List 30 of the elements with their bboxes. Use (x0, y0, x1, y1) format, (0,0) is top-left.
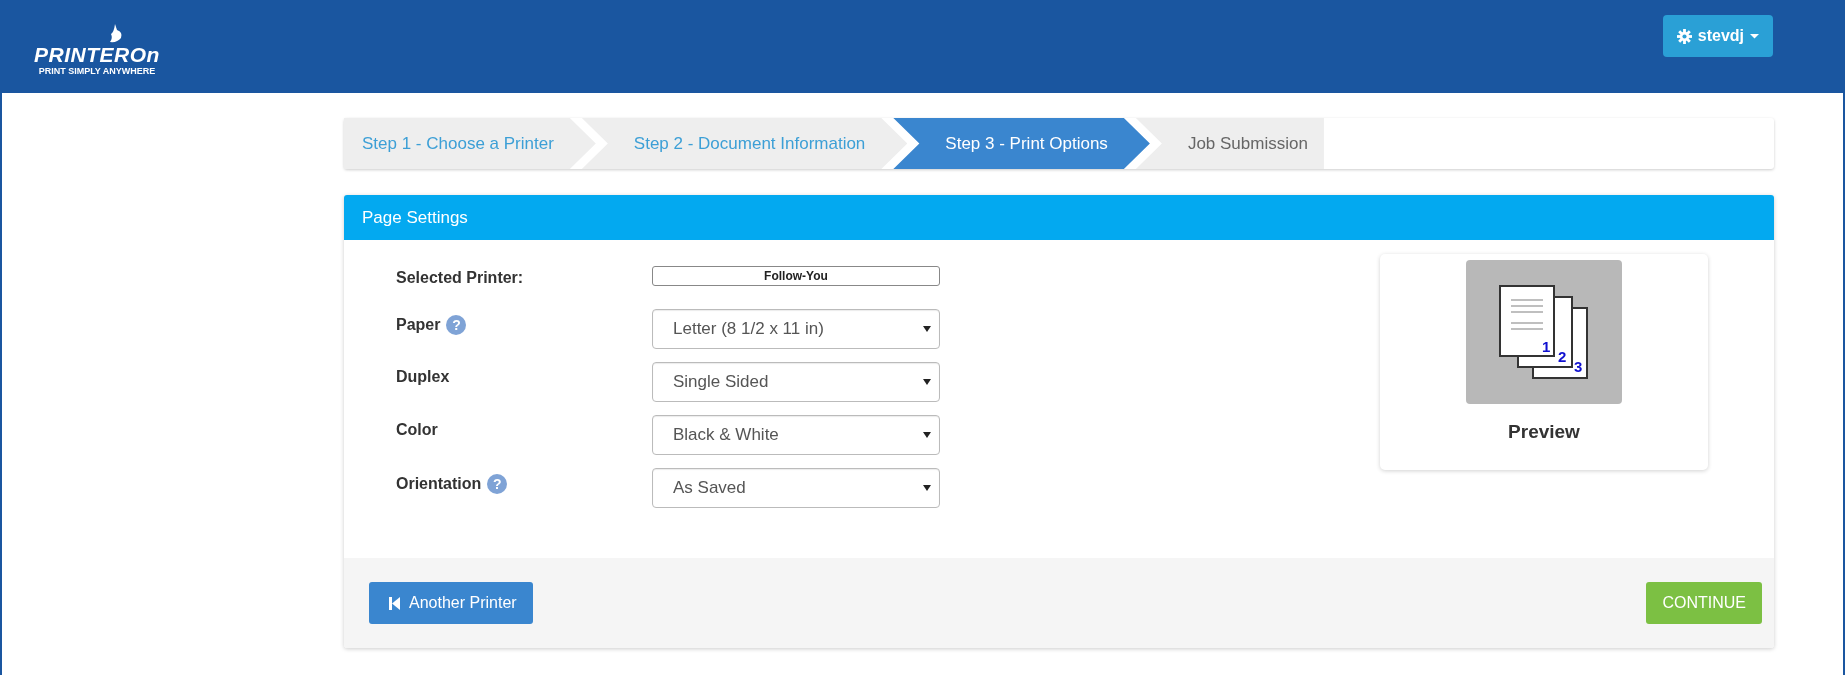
dropdown[interactable]: Letter (8 1/2 x 11 in) (652, 309, 940, 349)
logo-text: PRINTEROn (34, 44, 160, 66)
continue-button[interactable]: CONTINUE (1646, 582, 1762, 624)
step-tab[interactable]: Step 1 - Choose a Printer (344, 118, 596, 169)
field-label: Color (396, 421, 438, 439)
dropdown[interactable]: Black & White (652, 415, 940, 455)
gear-icon (1676, 28, 1692, 44)
caret-icon (923, 432, 931, 438)
step-tab[interactable]: Step 2 - Document Information (581, 118, 908, 169)
caret-icon (923, 326, 931, 332)
printer-name-field: Follow-You (652, 266, 940, 286)
dropdown[interactable]: As Saved (652, 468, 940, 508)
help-icon[interactable]: ? (446, 315, 467, 335)
field-label: Paper (396, 316, 441, 334)
caret-icon (923, 379, 931, 385)
another-printer-button[interactable]: Another Printer (369, 582, 533, 624)
step-tab[interactable]: Job Submission (1135, 118, 1324, 169)
user-menu-button[interactable]: stevdj (1662, 15, 1773, 57)
skip-back-icon (389, 596, 400, 610)
caret-icon (923, 485, 931, 491)
step-tab[interactable]: Step 3 - Print Options (893, 118, 1150, 169)
dropdown[interactable]: Single Sided (652, 362, 940, 402)
caret-icon (1750, 33, 1759, 39)
help-icon[interactable]: ? (487, 474, 508, 494)
logo-tagline: PRINT SIMPLY ANYWHERE (38, 66, 156, 76)
field-label: Orientation (396, 475, 482, 493)
panel-header: Page Settings (344, 195, 1774, 240)
field-label: Duplex (396, 368, 450, 386)
field-label: Selected Printer: (396, 269, 524, 287)
preview-label: Preview (1508, 421, 1580, 443)
